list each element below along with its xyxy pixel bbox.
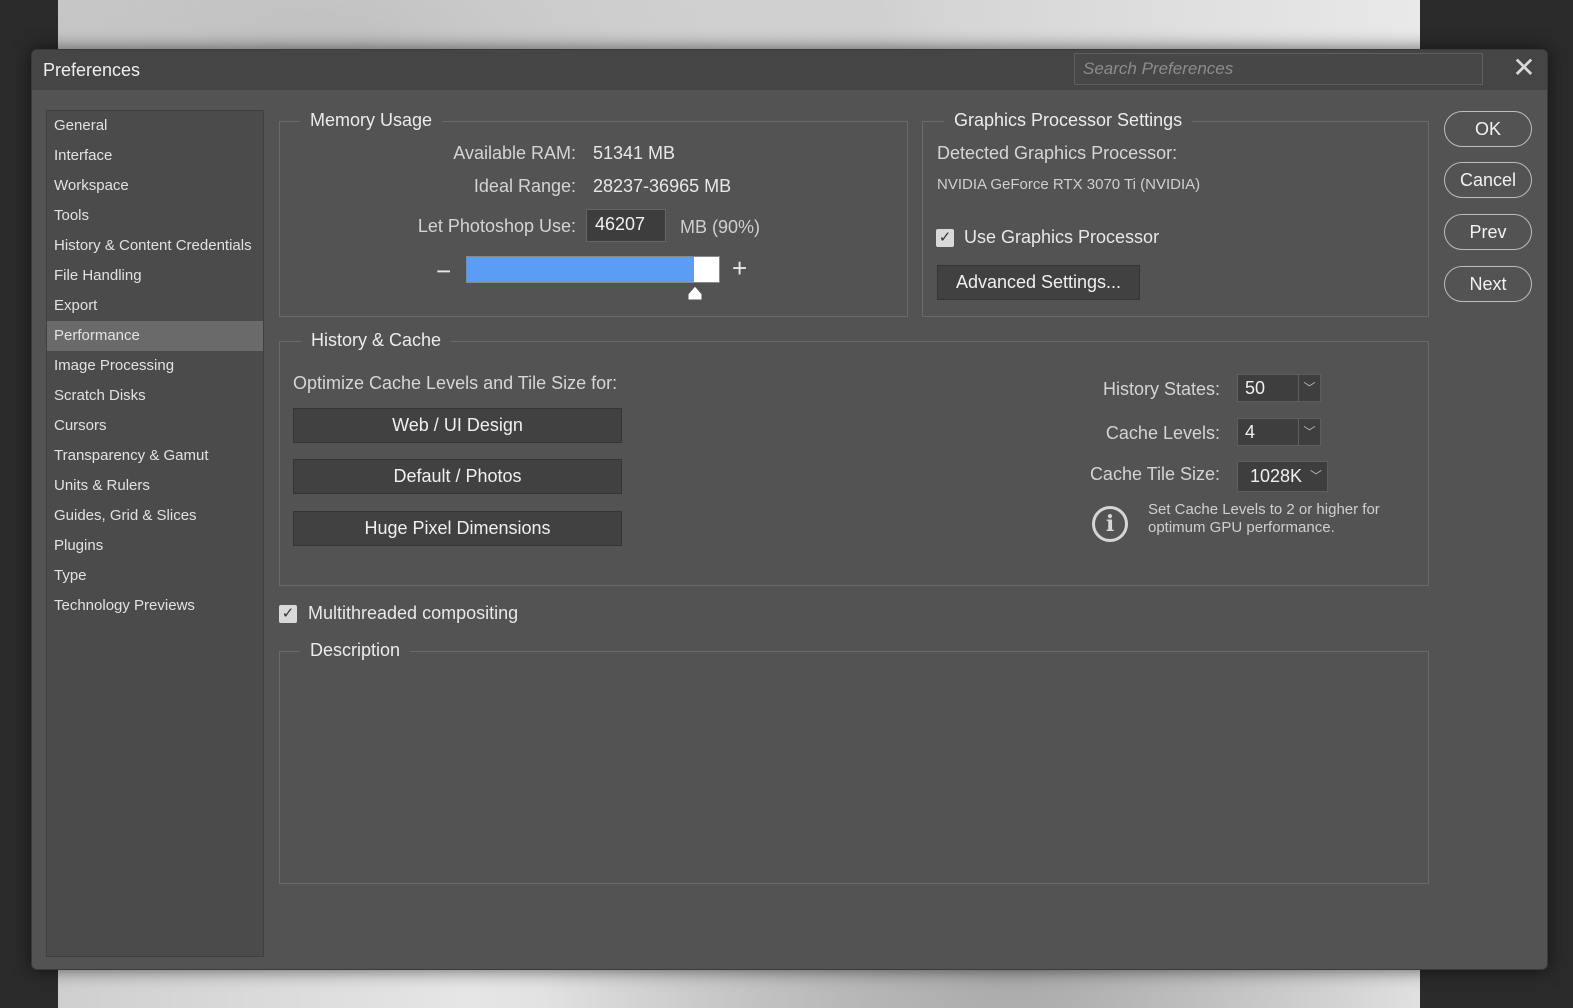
chevron-down-icon: ﹀	[1298, 419, 1320, 445]
available-ram-value: 51341 MB	[593, 143, 676, 163]
ideal-range-label: Ideal Range:	[473, 176, 576, 196]
huge-pixel-dimensions-button[interactable]: Huge Pixel Dimensions	[293, 511, 622, 546]
sidebar-item-file-handling[interactable]: File Handling	[47, 261, 263, 291]
sidebar-item-cursors[interactable]: Cursors	[47, 411, 263, 441]
cache-levels-select[interactable]: 4 ﹀	[1237, 418, 1321, 446]
next-button[interactable]: Next	[1444, 266, 1532, 302]
cache-tile-size-label: Cache Tile Size:	[1089, 464, 1220, 484]
sidebar-item-plugins[interactable]: Plugins	[47, 531, 263, 561]
ideal-range-value: 28237-36965 MB	[593, 176, 732, 196]
available-ram-label: Available RAM:	[453, 143, 576, 163]
description-group: Description	[279, 640, 1429, 884]
history-cache-group: History & Cache Optimize Cache Levels an…	[279, 330, 1429, 586]
graphics-processor-group: Graphics Processor Settings Detected Gra…	[922, 110, 1429, 317]
sidebar-item-export[interactable]: Export	[47, 291, 263, 321]
info-icon: i	[1092, 506, 1128, 542]
web-ui-design-button[interactable]: Web / UI Design	[293, 408, 622, 443]
prev-button[interactable]: Prev	[1444, 214, 1532, 250]
memory-percent-label: MB (90%)	[680, 217, 761, 237]
default-photos-button[interactable]: Default / Photos	[293, 459, 622, 494]
history-cache-legend: History & Cache	[301, 330, 452, 351]
sidebar-item-history-content-credentials[interactable]: History & Content Credentials	[47, 231, 263, 261]
graphics-processor-legend: Graphics Processor Settings	[944, 110, 1193, 131]
description-legend: Description	[300, 640, 411, 661]
cache-tile-size-select[interactable]: 1028K ﹀	[1237, 461, 1328, 492]
chevron-down-icon: ﹀	[1309, 469, 1322, 483]
history-states-value: 50	[1245, 378, 1266, 398]
detected-gpu-value: NVIDIA GeForce RTX 3070 Ti (NVIDIA)	[937, 176, 1201, 193]
cache-levels-label: Cache Levels:	[1105, 423, 1220, 443]
cache-info-text-line1: Set Cache Levels to 2 or higher for	[1148, 501, 1380, 518]
use-graphics-processor-checkbox[interactable]: ✓	[936, 229, 954, 247]
increase-memory-button[interactable]: +	[732, 253, 747, 284]
cache-info-text-line2: optimum GPU performance.	[1148, 519, 1335, 536]
sidebar-item-transparency-gamut[interactable]: Transparency & Gamut	[47, 441, 263, 471]
sidebar-item-image-processing[interactable]: Image Processing	[47, 351, 263, 381]
history-states-label: History States:	[1102, 379, 1220, 399]
sidebar-item-workspace[interactable]: Workspace	[47, 171, 263, 201]
sidebar-item-interface[interactable]: Interface	[47, 141, 263, 171]
memory-slider-fill	[467, 257, 694, 282]
advanced-settings-button[interactable]: Advanced Settings...	[937, 265, 1140, 300]
chevron-down-icon: ﹀	[1298, 375, 1320, 401]
memory-amount-input[interactable]: 46207	[586, 209, 666, 242]
decrease-memory-button[interactable]: −	[436, 256, 451, 287]
title-bar: Preferences ✕	[32, 50, 1547, 90]
history-states-select[interactable]: 50 ﹀	[1237, 374, 1321, 402]
close-icon[interactable]: ✕	[1511, 54, 1537, 82]
multithreaded-compositing-checkbox[interactable]: ✓	[279, 605, 297, 623]
sidebar-item-performance[interactable]: Performance	[47, 321, 263, 351]
use-graphics-processor-label: Use Graphics Processor	[964, 227, 1160, 247]
sidebar-item-general[interactable]: General	[47, 111, 263, 141]
memory-usage-group: Memory Usage Available RAM: 51341 MB Ide…	[279, 110, 908, 317]
dialog-title: Preferences	[43, 60, 141, 80]
multithreaded-compositing-label: Multithreaded compositing	[308, 603, 519, 623]
let-photoshop-use-label: Let Photoshop Use:	[417, 216, 576, 236]
memory-slider[interactable]	[466, 256, 720, 283]
sidebar-item-units-rulers[interactable]: Units & Rulers	[47, 471, 263, 501]
detected-gpu-label: Detected Graphics Processor:	[937, 143, 1178, 163]
memory-slider-thumb[interactable]	[686, 285, 704, 301]
optimize-cache-label: Optimize Cache Levels and Tile Size for:	[293, 373, 618, 393]
sidebar-item-type[interactable]: Type	[47, 561, 263, 591]
preferences-dialog: Preferences ✕ General Interface Workspac…	[31, 49, 1548, 970]
sidebar-item-scratch-disks[interactable]: Scratch Disks	[47, 381, 263, 411]
sidebar-item-guides-grid-slices[interactable]: Guides, Grid & Slices	[47, 501, 263, 531]
cancel-button[interactable]: Cancel	[1444, 162, 1532, 198]
cache-levels-value: 4	[1245, 422, 1256, 442]
sidebar-item-technology-previews[interactable]: Technology Previews	[47, 591, 263, 621]
memory-usage-legend: Memory Usage	[300, 110, 443, 131]
ok-button[interactable]: OK	[1444, 111, 1532, 147]
preferences-sidebar: General Interface Workspace Tools Histor…	[46, 110, 264, 957]
cache-tile-size-value: 1028K	[1250, 466, 1303, 486]
sidebar-item-tools[interactable]: Tools	[47, 201, 263, 231]
search-preferences-input[interactable]	[1074, 53, 1483, 85]
